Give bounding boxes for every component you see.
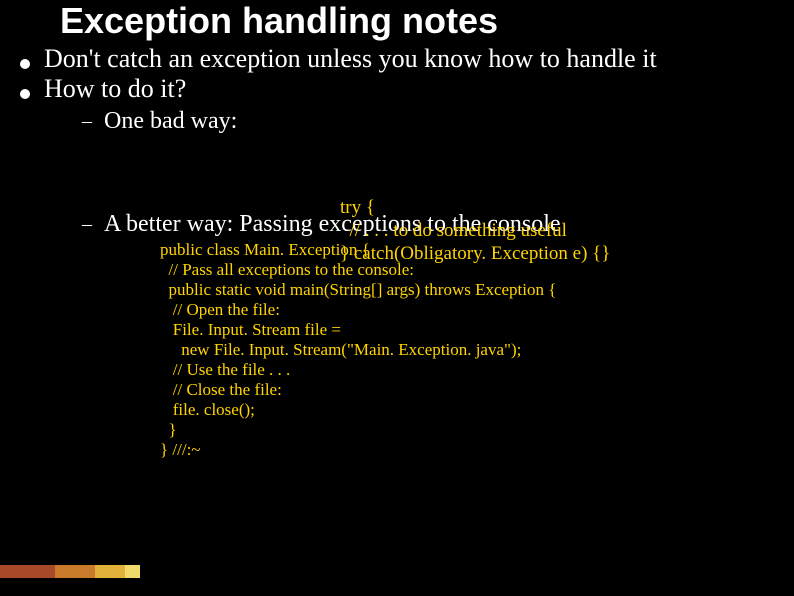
slide-body: Don't catch an exception unless you know… (20, 44, 760, 460)
bullet-2: How to do it? (20, 74, 760, 104)
accent-segment (95, 565, 125, 578)
subbullet-one-bad: – One bad way: (82, 108, 760, 135)
disc-icon (20, 89, 30, 99)
bullet-2-text: How to do it? (44, 74, 186, 104)
bullet-1-text: Don't catch an exception unless you know… (44, 44, 657, 74)
code-bad-example: try { // . . . to do something useful } … (340, 197, 610, 265)
accent-bar (0, 565, 140, 578)
accent-segment (0, 565, 55, 578)
subbullet-one-bad-text: One bad way: (104, 108, 237, 135)
accent-segment (125, 565, 140, 578)
disc-icon (20, 59, 30, 69)
slide: Exception handling notes Don't catch an … (0, 0, 794, 596)
slide-title: Exception handling notes (60, 0, 498, 42)
bullet-1: Don't catch an exception unless you know… (20, 44, 760, 74)
dash-icon: – (82, 213, 92, 236)
accent-segment (55, 565, 95, 578)
dash-icon: – (82, 110, 92, 133)
code-good-example: public class Main. Exception { // Pass a… (160, 240, 760, 461)
